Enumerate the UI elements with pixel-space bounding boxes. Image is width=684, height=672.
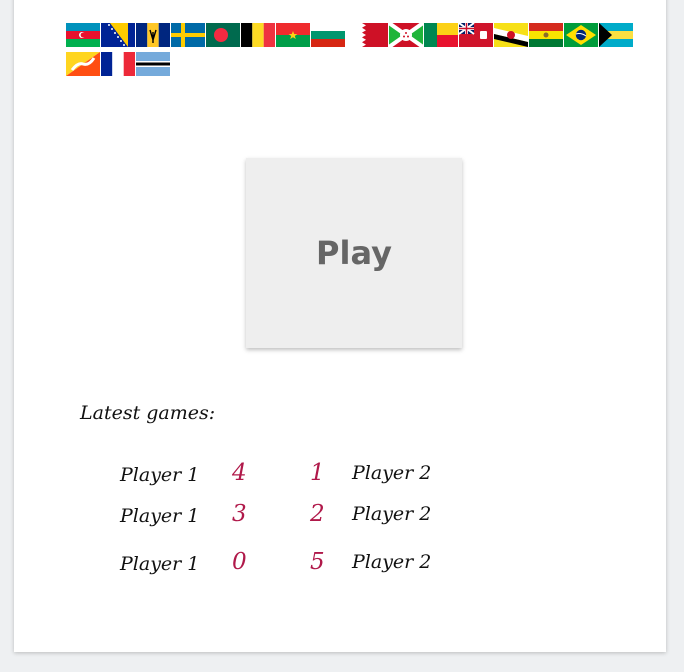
flag-benin <box>424 23 458 47</box>
game-row: Player 1 3 2 Player 2 <box>0 501 684 531</box>
flag-brazil <box>564 23 598 47</box>
game-score1: 0 <box>232 549 247 575</box>
game-score1: 3 <box>232 501 247 527</box>
game-player1: Player 1 <box>120 464 200 486</box>
flag-france <box>101 52 135 76</box>
game-row: Player 1 0 5 Player 2 <box>0 549 684 579</box>
flag-azerbaijan <box>66 23 100 47</box>
game-score2: 2 <box>310 501 325 527</box>
game-row: Player 1 4 1 Player 2 <box>0 460 684 490</box>
game-player2: Player 2 <box>352 551 432 573</box>
flag-sweden <box>171 23 205 47</box>
flag-botswana <box>136 52 170 76</box>
flag-bermuda <box>459 23 493 47</box>
game-player2: Player 2 <box>352 462 432 484</box>
game-score2: 5 <box>310 549 325 575</box>
flag-barbados <box>136 23 170 47</box>
game-score1: 4 <box>232 460 247 486</box>
flag-bahamas <box>599 23 633 47</box>
flag-bahrain <box>354 23 388 47</box>
flags-strip <box>66 23 646 76</box>
game-player1: Player 1 <box>120 505 200 527</box>
flag-bosnia <box>101 23 135 47</box>
flag-belgium <box>241 23 275 47</box>
flag-brunei <box>494 23 528 47</box>
flag-bhutan <box>66 52 100 76</box>
flag-bolivia <box>529 23 563 47</box>
flag-burundi <box>389 23 423 47</box>
flag-bangladesh <box>206 23 240 47</box>
game-player1: Player 1 <box>120 553 200 575</box>
flag-burkina-faso <box>276 23 310 47</box>
flag-bulgaria <box>311 23 345 47</box>
play-button[interactable]: Play <box>246 158 462 348</box>
game-score2: 1 <box>310 460 325 486</box>
game-player2: Player 2 <box>352 503 432 525</box>
latest-games-heading: Latest games: <box>80 402 216 424</box>
main-card: Play Latest games: Player 1 4 1 Player 2… <box>14 0 666 652</box>
